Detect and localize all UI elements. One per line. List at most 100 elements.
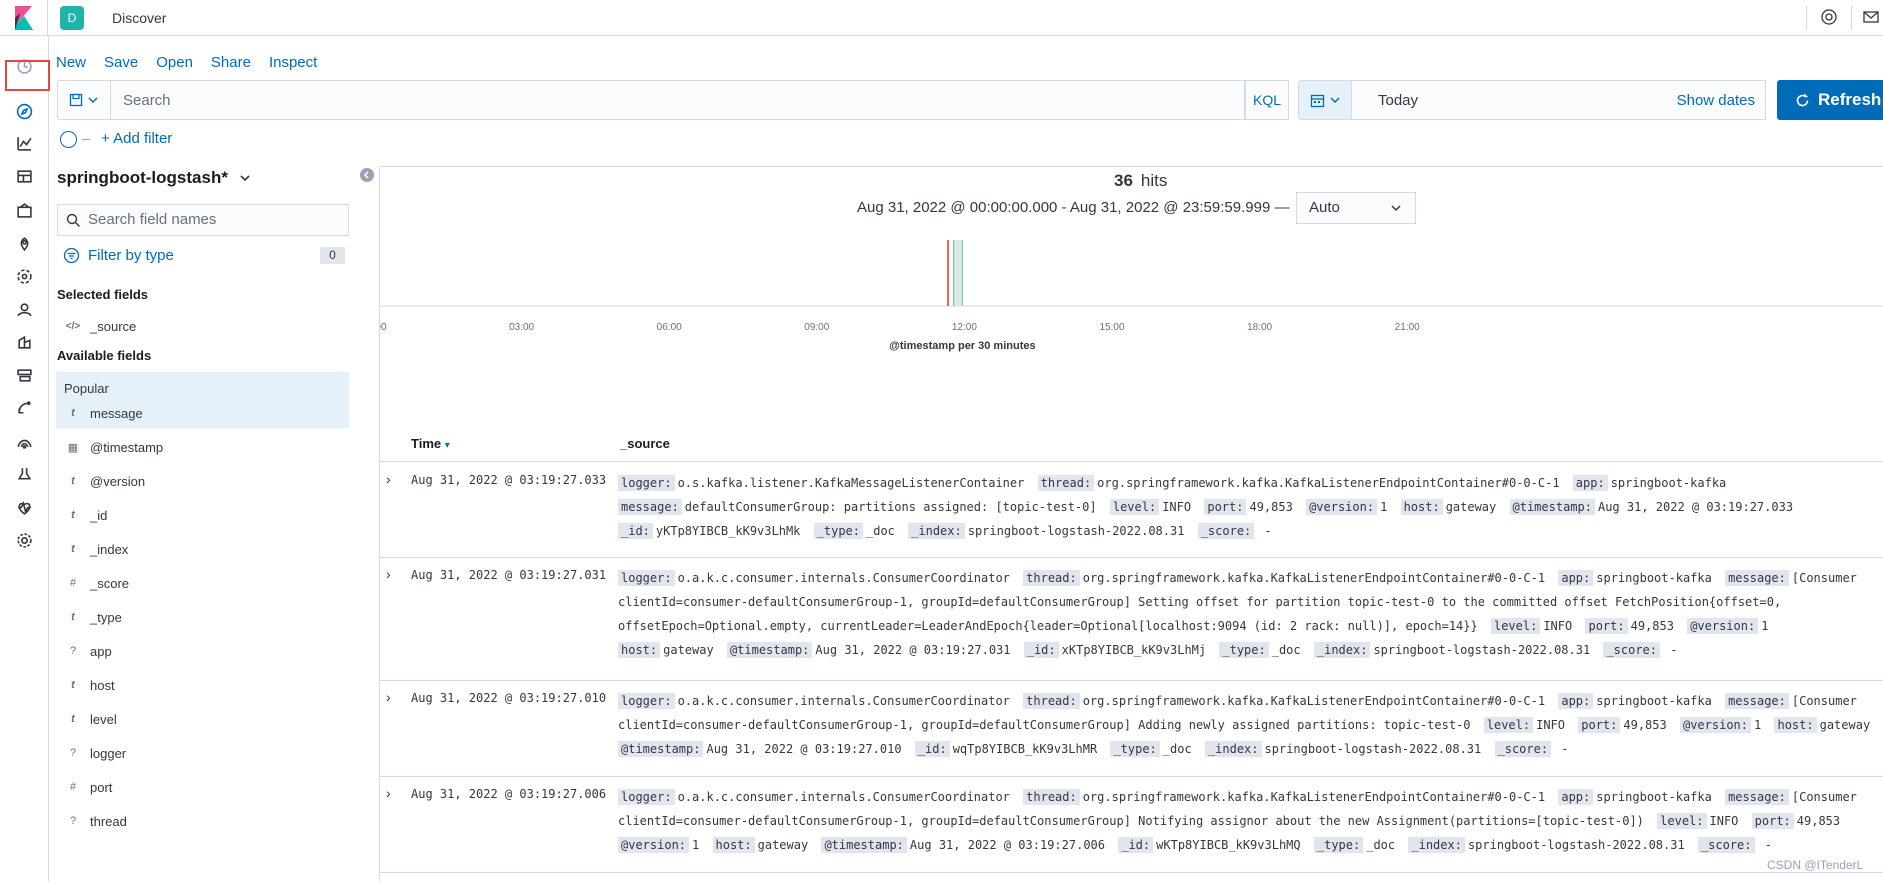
source-key: _type:: [1110, 741, 1160, 757]
logs-icon[interactable]: [12, 396, 36, 420]
source-value: springboot-logstash-2022.08.31: [1467, 838, 1685, 852]
dev-tools-icon[interactable]: [12, 495, 36, 519]
field-type-icon: t: [71, 475, 75, 487]
field-item[interactable]: t message: [57, 399, 349, 427]
inspect-button[interactable]: Inspect: [269, 54, 317, 71]
source-key: thread:: [1023, 570, 1080, 586]
table-row[interactable]: › Aug 31, 2022 @ 03:19:27.031 logger: o.a.k…: [380, 558, 1883, 681]
help-icon[interactable]: [1820, 8, 1840, 28]
apm-icon[interactable]: [12, 330, 36, 354]
field-type-icon: ?: [69, 747, 77, 759]
source-value: yKTp8YIBCB_kK9v3LhMk: [655, 524, 801, 538]
gear-icon[interactable]: [12, 528, 36, 552]
add-filter-link[interactable]: + Add filter: [101, 130, 172, 147]
show-dates-link[interactable]: Show dates: [1677, 92, 1755, 109]
field-name: _source: [90, 318, 137, 334]
field-item[interactable]: ? logger: [57, 739, 349, 767]
left-nav: [0, 36, 49, 881]
expand-row-icon[interactable]: ›: [386, 689, 391, 705]
now-band: [954, 240, 963, 306]
table-row[interactable]: › Aug 31, 2022 @ 03:19:27.006 logger: o.a.k…: [380, 777, 1883, 873]
field-item[interactable]: # _score: [57, 569, 349, 597]
saved-query-button[interactable]: [57, 80, 110, 120]
code-icon: </>: [65, 320, 81, 332]
new-button[interactable]: New: [56, 54, 86, 71]
space-avatar[interactable]: D: [60, 6, 84, 30]
mail-icon[interactable]: [1862, 8, 1882, 28]
uptime-icon[interactable]: [12, 363, 36, 387]
x-tick-label: 09:00: [804, 322, 829, 333]
source-key: port:: [1578, 717, 1621, 733]
expand-row-icon[interactable]: ›: [386, 471, 391, 487]
table-row[interactable]: › Aug 31, 2022 @ 03:19:27.010 logger: o.a.k…: [380, 681, 1883, 777]
field-item[interactable]: ▦ @timestamp: [57, 433, 349, 461]
row-timestamp: Aug 31, 2022 @ 03:19:27.010: [411, 691, 607, 705]
source-value: 1: [1761, 619, 1769, 633]
share-button[interactable]: Share: [211, 54, 251, 71]
source-key: app:: [1558, 570, 1594, 586]
field-item[interactable]: ? thread: [57, 807, 349, 835]
source-key: host:: [618, 642, 661, 658]
source-value: Aug 31, 2022 @ 03:19:27.033: [1597, 500, 1794, 514]
visualize-icon[interactable]: [12, 131, 36, 155]
source-key: @timestamp:: [618, 741, 704, 757]
popular-label: Popular: [64, 381, 109, 396]
table-row[interactable]: › Aug 31, 2022 @ 03:19:27.033 logger: o.s.k…: [380, 463, 1883, 558]
source-key: message:: [1725, 693, 1789, 709]
date-quick-select[interactable]: [1298, 80, 1352, 120]
field-item[interactable]: ? app: [57, 637, 349, 665]
users-icon[interactable]: [12, 297, 36, 321]
histogram-chart[interactable]: 010203000:0003:0006:0009:0012:0015:0018:…: [380, 240, 1883, 425]
source-value: -: [1554, 742, 1569, 756]
interval-value: Auto: [1309, 199, 1340, 216]
collapse-sidebar-icon[interactable]: [360, 168, 374, 182]
filter-options-icon[interactable]: [60, 131, 77, 148]
field-item[interactable]: t host: [57, 671, 349, 699]
field-item[interactable]: t _id: [57, 501, 349, 529]
source-key: logger:: [618, 475, 675, 491]
field-type-icon: t: [71, 407, 75, 419]
compass-icon[interactable]: [12, 99, 36, 123]
field-item[interactable]: t _type: [57, 603, 349, 631]
field-item[interactable]: # port: [57, 773, 349, 801]
calendar-icon: [1310, 94, 1324, 107]
chevron-down-icon: [1329, 97, 1340, 104]
field-search-input[interactable]: [88, 211, 338, 228]
siem-icon[interactable]: [12, 462, 36, 486]
field-item[interactable]: t level: [57, 705, 349, 733]
save-button[interactable]: Save: [104, 54, 138, 71]
kibana-logo[interactable]: [0, 0, 48, 36]
search-input[interactable]: [110, 80, 1245, 120]
source-value: gateway: [1819, 718, 1871, 732]
source-key: logger:: [618, 570, 675, 586]
row-timestamp: Aug 31, 2022 @ 03:19:27.031: [411, 568, 607, 582]
date-picker[interactable]: Today Show dates: [1352, 80, 1766, 120]
canvas-icon[interactable]: [12, 198, 36, 222]
ml-icon[interactable]: [12, 264, 36, 288]
interval-select[interactable]: Auto: [1296, 192, 1416, 224]
dashboard-icon[interactable]: [12, 164, 36, 188]
field-search-box[interactable]: [57, 204, 349, 236]
expand-row-icon[interactable]: ›: [386, 785, 391, 801]
source-value: gateway: [663, 643, 714, 657]
field-name: port: [90, 779, 113, 795]
refresh-button[interactable]: Refresh: [1777, 80, 1883, 120]
metrics-icon[interactable]: [12, 429, 36, 453]
field-name: app: [90, 643, 112, 659]
index-pattern-name: springboot-logstash*: [57, 168, 228, 187]
source-value: INFO: [1543, 619, 1573, 633]
filter-by-type-button[interactable]: Filter by type: [63, 247, 174, 264]
kql-toggle[interactable]: KQL: [1245, 80, 1289, 120]
open-button[interactable]: Open: [156, 54, 193, 71]
time-column-header[interactable]: Time ▾: [411, 436, 450, 451]
expand-row-icon[interactable]: ›: [386, 566, 391, 582]
maps-icon[interactable]: [12, 231, 36, 255]
index-pattern-selector[interactable]: springboot-logstash*: [57, 168, 252, 188]
source-key: @version:: [1306, 499, 1378, 515]
field-item[interactable]: t _index: [57, 535, 349, 563]
source-key: _id:: [914, 741, 950, 757]
field-item-source[interactable]: </> _source: [57, 312, 349, 340]
sort-down-icon[interactable]: ▾: [445, 440, 450, 451]
field-item[interactable]: t @version: [57, 467, 349, 495]
source-value: springboot-kafka: [1596, 571, 1712, 585]
